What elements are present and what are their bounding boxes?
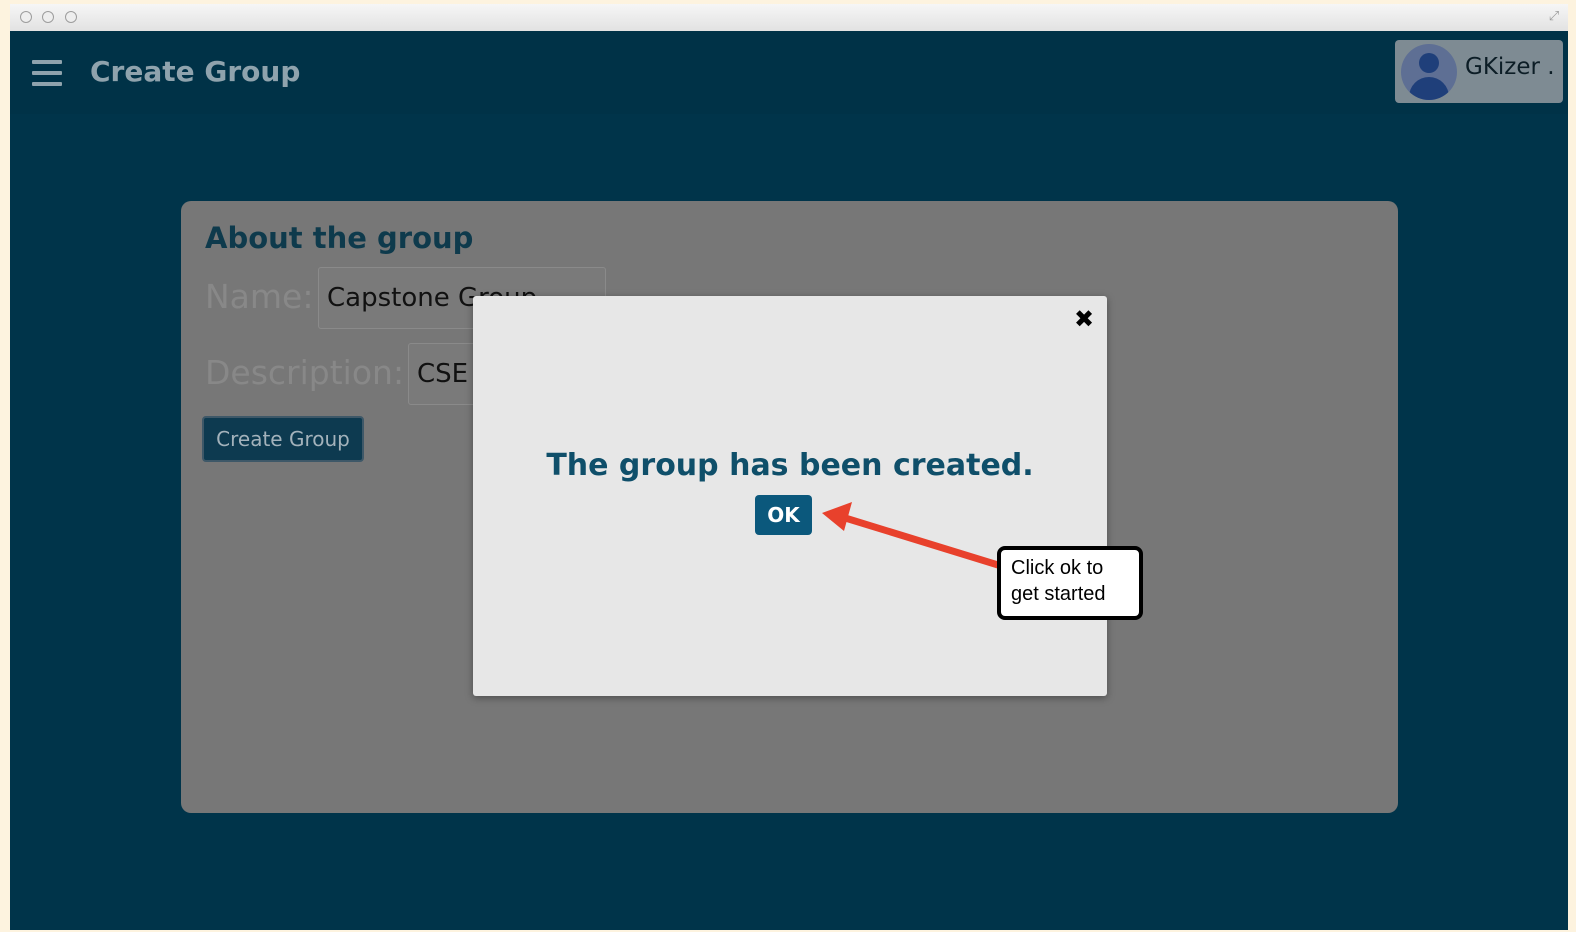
window-minimize-dot-icon[interactable] — [42, 11, 54, 23]
window-zoom-dot-icon[interactable] — [65, 11, 77, 23]
close-icon[interactable]: ✖ — [1071, 306, 1097, 332]
user-menu[interactable]: GKizer . — [1395, 40, 1563, 103]
user-name: GKizer . — [1465, 54, 1555, 80]
app-window: ⤢ Create Group GKizer . About the group … — [10, 4, 1568, 930]
window-titlebar: ⤢ — [10, 4, 1568, 32]
dialog-message: The group has been created. — [546, 448, 1034, 483]
annotation-line-1: Click ok to — [1011, 557, 1104, 579]
description-label: Description: — [205, 353, 405, 392]
hamburger-menu-icon[interactable] — [32, 60, 62, 86]
avatar-icon — [1401, 44, 1457, 100]
page-title: Create Group — [90, 55, 301, 88]
name-label: Name: — [205, 277, 314, 316]
annotation-line-2: get started — [1011, 583, 1106, 605]
ok-button[interactable]: OK — [755, 495, 812, 535]
app-header: Create Group GKizer . — [10, 31, 1568, 114]
form-heading: About the group — [205, 221, 474, 255]
create-group-button[interactable]: Create Group — [202, 416, 364, 462]
window-close-dot-icon[interactable] — [20, 11, 32, 23]
success-dialog: ✖ The group has been created. OK — [473, 296, 1107, 696]
fullscreen-icon[interactable]: ⤢ — [1546, 9, 1562, 25]
annotation-callout: Click ok to get started — [997, 546, 1143, 620]
